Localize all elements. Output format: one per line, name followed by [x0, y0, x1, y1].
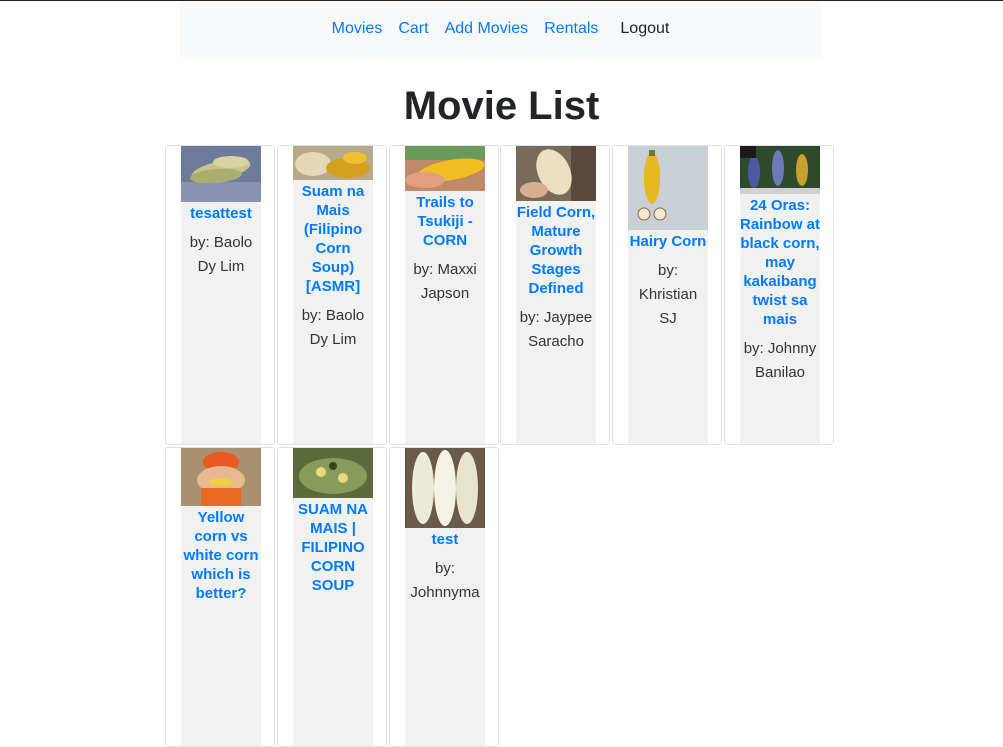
- movie-thumbnail[interactable]: [293, 146, 373, 180]
- movie-thumbnail[interactable]: [405, 146, 485, 191]
- movie-title-link[interactable]: Hairy Corn: [628, 232, 708, 251]
- movie-author: by: Johnny Banilao: [743, 340, 817, 381]
- movie-title-link[interactable]: tesattest: [181, 204, 261, 223]
- movie-author: by: Baolo Dy Lim: [189, 234, 253, 275]
- navbar: Movies Cart Add Movies Rentals Logout: [180, 1, 821, 57]
- movie-card: 24 Oras: Rainbow at black corn, may kaka…: [724, 145, 834, 445]
- movie-author: by: Jaypee Saracho: [519, 309, 593, 350]
- movie-author: by: Baolo Dy Lim: [301, 307, 365, 348]
- page-title: Movie List: [403, 84, 600, 128]
- movie-title-link[interactable]: Suam na Mais (Filipino Corn Soup) [ASMR]: [293, 182, 373, 296]
- movie-thumbnail[interactable]: [293, 448, 373, 498]
- nav-movies-link[interactable]: Movies: [332, 20, 383, 38]
- movie-card: Hairy Corn by: Khristian SJ: [612, 145, 722, 445]
- movie-author: by: Johnnyma: [410, 560, 480, 601]
- nav-rentals-link[interactable]: Rentals: [544, 20, 598, 38]
- movie-thumbnail[interactable]: [740, 146, 820, 194]
- movie-card: tesattest by: Baolo Dy Lim: [165, 145, 275, 445]
- movie-thumbnail[interactable]: [181, 448, 261, 506]
- movie-thumbnail[interactable]: [628, 146, 708, 230]
- movie-title-link[interactable]: Yellow corn vs white corn which is bette…: [181, 508, 261, 603]
- nav-logout-link[interactable]: Logout: [620, 20, 669, 38]
- movie-title-link[interactable]: 24 Oras: Rainbow at black corn, may kaka…: [740, 196, 820, 329]
- movie-title-link[interactable]: Field Corn, Mature Growth Stages Defined: [516, 203, 596, 298]
- movie-card: Suam na Mais (Filipino Corn Soup) [ASMR]…: [277, 145, 387, 445]
- movie-thumbnail[interactable]: [516, 146, 596, 201]
- movie-author: by: Khristian SJ: [638, 262, 698, 327]
- movie-card: Field Corn, Mature Growth Stages Defined…: [500, 145, 610, 445]
- movie-thumbnail[interactable]: [181, 146, 261, 202]
- movie-author: by: Maxxi Japson: [413, 261, 477, 302]
- movie-card: test by: Johnnyma: [389, 447, 499, 747]
- movie-title-link[interactable]: test: [405, 530, 485, 549]
- movie-title-link[interactable]: Trails to Tsukiji - CORN: [405, 193, 485, 250]
- nav-cart-link[interactable]: Cart: [398, 20, 428, 38]
- movie-card: SUAM NA MAIS | FILIPINO CORN SOUP: [277, 447, 387, 747]
- movie-thumbnail[interactable]: [405, 448, 485, 528]
- movie-title-link[interactable]: SUAM NA MAIS | FILIPINO CORN SOUP: [293, 500, 373, 595]
- movie-card: Yellow corn vs white corn which is bette…: [165, 447, 275, 747]
- nav-add-movies-link[interactable]: Add Movies: [445, 20, 529, 38]
- movie-card: Trails to Tsukiji - CORN by: Maxxi Japso…: [389, 145, 499, 445]
